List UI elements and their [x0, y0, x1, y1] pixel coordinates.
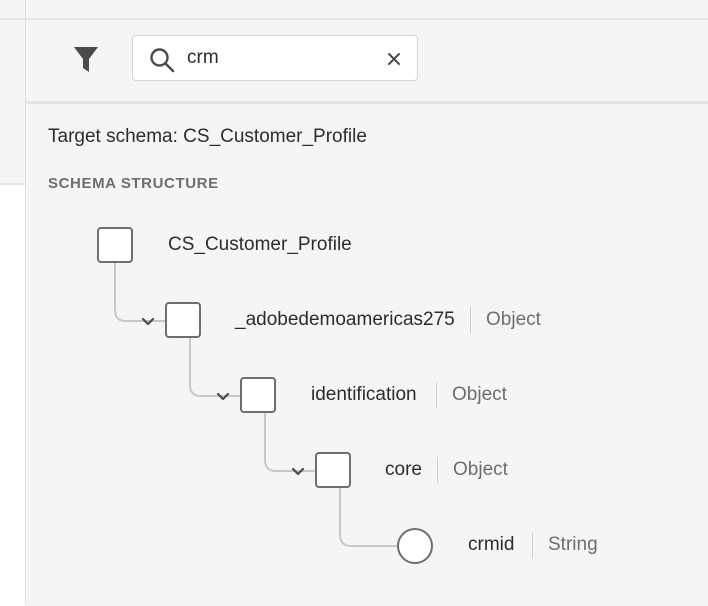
- search-toolbar: [26, 20, 708, 102]
- filter-icon: [74, 47, 98, 72]
- square-node-icon[interactable]: [240, 377, 276, 413]
- node-type-label: Object: [436, 382, 507, 408]
- left-content-area: [0, 183, 25, 606]
- square-node-icon[interactable]: [165, 302, 201, 338]
- tree-node-label[interactable]: CS_Customer_Profile: [168, 234, 352, 256]
- node-type-label: String: [532, 532, 598, 558]
- close-icon[interactable]: [385, 50, 403, 68]
- search-input[interactable]: [187, 44, 377, 72]
- left-top-rule: [0, 18, 25, 20]
- search-icon: [150, 48, 175, 73]
- tree-connector: [264, 413, 315, 472]
- square-node-icon[interactable]: [97, 227, 133, 263]
- tree-node-label[interactable]: core: [385, 459, 422, 481]
- search-field[interactable]: [132, 35, 418, 81]
- tree-node-label[interactable]: identification: [311, 384, 417, 406]
- node-type-label: Object: [470, 307, 541, 333]
- tree-node-label[interactable]: crmid: [468, 534, 514, 556]
- schema-panel: Target schema: CS_Customer_Profile SCHEM…: [26, 104, 708, 604]
- tree-connector: [114, 263, 165, 322]
- tree-connector: [339, 488, 397, 547]
- circle-node-icon[interactable]: [397, 528, 433, 564]
- schema-tree-graphics: [97, 227, 433, 564]
- filter-button[interactable]: [72, 44, 100, 76]
- node-type-label: Object: [437, 457, 508, 483]
- tree-connector: [189, 338, 240, 397]
- tree-node-label[interactable]: _adobedemoamericas275: [235, 309, 455, 331]
- square-node-icon[interactable]: [315, 452, 351, 488]
- left-panel-edge: [0, 0, 26, 606]
